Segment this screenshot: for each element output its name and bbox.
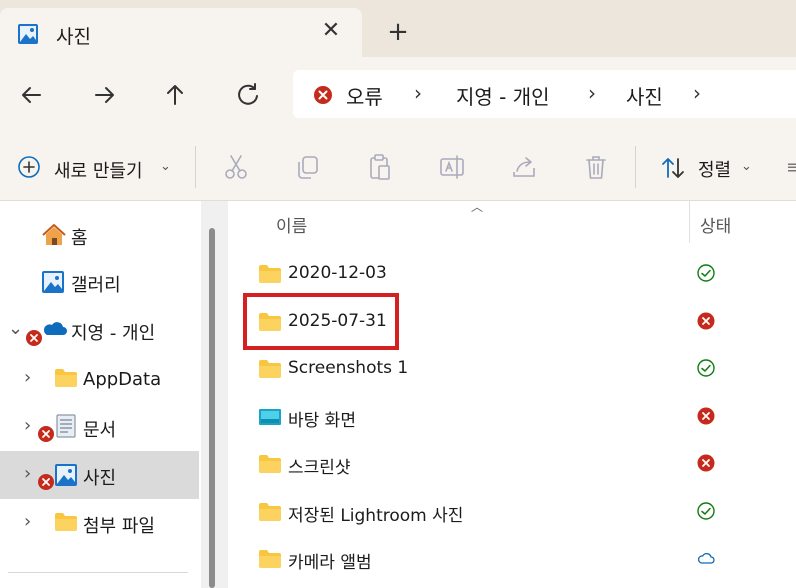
rename-icon[interactable] <box>437 152 467 182</box>
chevron-right-icon[interactable]: › <box>24 463 31 484</box>
error-badge-icon <box>26 330 42 346</box>
error-badge-icon <box>38 426 54 442</box>
chevron-right-icon[interactable]: › <box>24 415 31 436</box>
sidebar-item-attachments[interactable]: 첨부 파일 <box>83 512 155 538</box>
file-name[interactable]: 카메라 앨범 <box>288 548 372 573</box>
breadcrumb-chevron-icon[interactable]: › <box>414 81 422 105</box>
column-header-status[interactable]: 상태 <box>700 212 731 237</box>
chevron-down-icon[interactable]: ⌄ <box>8 318 23 339</box>
breadcrumb-onedrive[interactable]: 지영 - 개인 <box>456 81 550 110</box>
tab-title: 사진 <box>56 26 91 48</box>
folder-icon <box>55 513 77 531</box>
chevron-down-icon[interactable]: ⌄ <box>160 159 171 174</box>
chevron-right-icon[interactable]: › <box>24 367 31 388</box>
folder-icon <box>258 502 282 522</box>
divider <box>635 146 636 188</box>
forward-arrow-icon[interactable] <box>87 78 121 112</box>
synced-check-icon <box>697 359 715 377</box>
breadcrumb-chevron-icon[interactable]: › <box>693 81 701 105</box>
file-name[interactable]: 스크린샷 <box>288 453 351 478</box>
divider <box>8 572 188 573</box>
add-circle-icon[interactable] <box>17 155 41 179</box>
file-name[interactable]: 저장된 Lightroom 사진 <box>288 501 463 526</box>
desktop-folder-icon <box>258 407 282 427</box>
sync-error-icon <box>697 407 715 425</box>
home-icon <box>42 224 66 245</box>
folder-icon <box>55 369 77 387</box>
back-arrow-icon[interactable] <box>15 78 49 112</box>
folder-icon <box>258 549 282 569</box>
sidebar-item-onedrive[interactable]: 지영 - 개인 <box>71 319 155 345</box>
chevron-down-icon[interactable]: ⌄ <box>741 159 752 174</box>
gallery-icon <box>42 271 64 293</box>
close-icon[interactable]: ✕ <box>320 20 342 42</box>
folder-icon <box>258 454 282 474</box>
sync-error-icon <box>697 454 715 472</box>
share-icon[interactable] <box>509 152 539 182</box>
sort-button[interactable]: 정렬 <box>698 156 731 182</box>
error-badge-icon <box>38 474 54 490</box>
scrollbar-thumb[interactable] <box>209 228 215 588</box>
sidebar-item-gallery[interactable]: 갤러리 <box>71 271 121 297</box>
highlight-box <box>243 293 399 350</box>
breadcrumb-photos[interactable]: 사진 <box>626 81 663 110</box>
new-button[interactable]: 새로 만들기 <box>54 157 143 183</box>
refresh-icon[interactable] <box>231 78 265 112</box>
column-header-name[interactable]: 이름 <box>276 212 307 237</box>
sidebar-item-photos[interactable]: 사진 <box>83 464 116 490</box>
tab-photos[interactable] <box>0 8 362 57</box>
paste-icon[interactable] <box>365 152 395 182</box>
sidebar-item-appdata[interactable]: AppData <box>83 369 161 390</box>
file-name[interactable]: Screenshots 1 <box>288 358 408 378</box>
chevron-right-icon[interactable]: › <box>24 511 31 532</box>
cloud-icon <box>697 549 715 567</box>
divider <box>195 146 196 188</box>
more-options-icon[interactable]: ≡ <box>786 157 796 179</box>
photos-icon <box>55 464 77 486</box>
copy-icon[interactable] <box>293 152 323 182</box>
delete-icon[interactable] <box>581 152 611 182</box>
sort-icon[interactable] <box>660 155 686 181</box>
folder-icon <box>258 359 282 379</box>
file-name[interactable]: 2020-12-03 <box>288 263 387 283</box>
error-icon <box>314 86 332 104</box>
file-name[interactable]: 바탕 화면 <box>288 406 356 431</box>
sync-error-icon <box>697 312 715 330</box>
documents-icon <box>56 414 76 438</box>
sort-ascending-icon: ︿ <box>471 200 484 214</box>
photos-icon <box>18 24 38 44</box>
up-arrow-icon[interactable] <box>158 78 192 112</box>
sidebar-item-documents[interactable]: 문서 <box>83 416 116 442</box>
synced-check-icon <box>697 264 715 282</box>
folder-icon <box>258 264 282 284</box>
synced-check-icon <box>697 501 715 520</box>
breadcrumb-error[interactable]: 오류 <box>346 81 383 110</box>
sidebar-item-home[interactable]: 홈 <box>71 224 88 250</box>
cut-icon[interactable] <box>221 152 251 182</box>
breadcrumb-chevron-icon[interactable]: › <box>588 81 596 105</box>
new-tab-button[interactable]: + <box>386 19 410 45</box>
column-divider[interactable] <box>689 201 690 243</box>
onedrive-icon <box>43 322 67 335</box>
